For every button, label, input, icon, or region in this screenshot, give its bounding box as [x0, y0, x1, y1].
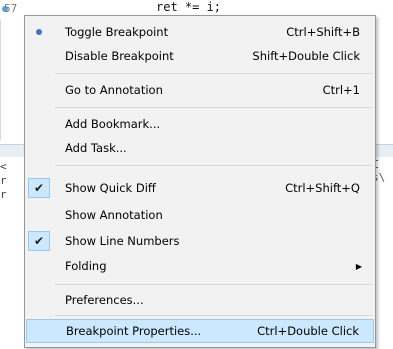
menu-item-shortcut: Ctrl+Double Click: [257, 324, 359, 338]
menu-item-shortcut: Ctrl+Shift+Q: [285, 181, 360, 195]
menu-item-go-to-annotation[interactable]: Go to Annotation Ctrl+1: [26, 78, 374, 102]
menu-item-shortcut: Ctrl+1: [322, 83, 360, 97]
menu-item-preferences[interactable]: Preferences...: [26, 288, 374, 312]
menu-item-folding[interactable]: Folding ▶: [26, 254, 374, 278]
menu-item-breakpoint-properties[interactable]: Breakpoint Properties... Ctrl+Double Cli…: [26, 319, 374, 343]
menu-item-disable-breakpoint[interactable]: Disable Breakpoint Shift+Double Click: [26, 44, 374, 68]
menu-item-label: Toggle Breakpoint: [65, 25, 169, 39]
menu-item-label: Folding: [65, 259, 107, 273]
menu-item-label: Show Annotation: [65, 208, 163, 222]
menu-item-shortcut: Shift+Double Click: [252, 49, 360, 63]
margin-char: r: [0, 188, 7, 201]
menu-item-label: Disable Breakpoint: [65, 49, 174, 63]
menu-item-show-line-numbers[interactable]: ✔ Show Line Numbers: [26, 229, 374, 253]
menu-item-toggle-breakpoint[interactable]: Toggle Breakpoint Ctrl+Shift+B: [26, 20, 374, 44]
left-margin-text: < r r: [0, 160, 10, 202]
menu-item-label: Preferences...: [65, 293, 144, 307]
menu-item-show-annotation[interactable]: Show Annotation: [26, 203, 374, 227]
menu-item-shortcut: Ctrl+Shift+B: [286, 25, 360, 39]
code-fragment: ret *= i;: [156, 0, 222, 14]
menu-separator: [55, 73, 373, 74]
line-number: 57: [4, 2, 18, 15]
menu-separator: [55, 165, 373, 166]
context-menu: Toggle Breakpoint Ctrl+Shift+B Disable B…: [24, 15, 376, 348]
menu-separator: [55, 284, 373, 285]
menu-item-label: Show Quick Diff: [65, 181, 156, 195]
menu-item-label: Add Task...: [65, 141, 127, 155]
menu-item-add-bookmark[interactable]: Add Bookmark...: [26, 112, 374, 136]
menu-separator: [55, 107, 373, 108]
checkmark-icon: ✔: [28, 178, 50, 198]
menu-item-show-quick-diff[interactable]: ✔ Show Quick Diff Ctrl+Shift+Q: [26, 176, 374, 200]
breakpoint-dot-icon: [28, 22, 50, 42]
submenu-arrow-icon: ▶: [355, 261, 362, 271]
checkmark-icon: ✔: [28, 231, 50, 251]
menu-item-add-task[interactable]: Add Task...: [26, 136, 374, 160]
menu-item-label: Breakpoint Properties...: [66, 324, 202, 338]
menu-item-label: Go to Annotation: [65, 83, 163, 97]
menu-separator: [55, 315, 373, 316]
menu-item-label: Show Line Numbers: [65, 234, 180, 248]
margin-char: r: [0, 174, 7, 187]
menu-item-label: Add Bookmark...: [65, 117, 161, 131]
margin-char: <: [0, 160, 7, 173]
